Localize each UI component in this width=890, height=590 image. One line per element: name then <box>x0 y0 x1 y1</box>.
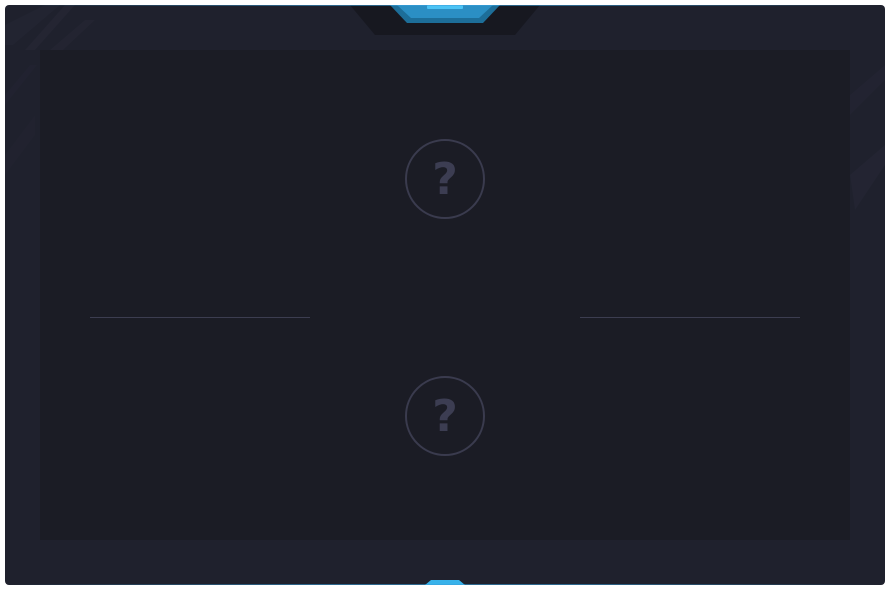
bottom-player-slot[interactable]: ? <box>405 376 485 456</box>
left-divider <box>90 317 310 318</box>
texture-stripe <box>850 65 885 115</box>
frame-top-edge <box>5 5 885 6</box>
top-player-slot[interactable]: ? <box>405 139 485 219</box>
texture-stripe <box>5 65 37 105</box>
texture-stripe <box>850 145 885 210</box>
question-mark-icon: ? <box>432 154 458 205</box>
question-mark-icon: ? <box>432 391 458 442</box>
matchup-arena: ? ? <box>40 50 850 540</box>
texture-stripe <box>5 115 35 175</box>
game-frame: ? ? <box>5 5 885 585</box>
frame-bottom-edge <box>5 584 885 585</box>
right-divider <box>580 317 800 318</box>
